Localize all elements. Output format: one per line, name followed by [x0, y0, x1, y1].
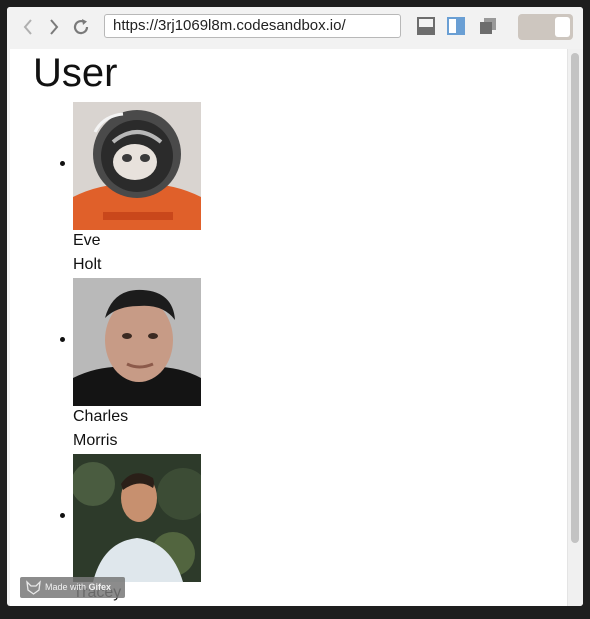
toggle-knob	[555, 17, 570, 37]
user-last-name: Holt	[73, 256, 102, 273]
user-last-name: Morris	[73, 432, 118, 449]
vertical-scrollbar[interactable]	[567, 49, 583, 606]
back-button[interactable]	[17, 15, 39, 39]
gifex-watermark: Made with Gifex	[20, 577, 125, 598]
chevron-left-icon	[23, 19, 32, 35]
window-button[interactable]	[479, 17, 497, 35]
avatar	[73, 454, 201, 582]
avatar	[73, 102, 201, 230]
scrollbar-thumb[interactable]	[571, 53, 579, 543]
list-bullet	[60, 161, 65, 166]
dock-bottom-icon	[417, 17, 435, 35]
browser-window: https://3rj1069l8m.codesandbox.io/ User	[7, 7, 583, 606]
fox-logo-icon	[26, 580, 41, 595]
page-viewport: User Eve Holt Charles Morris	[10, 49, 567, 606]
page-title: User	[33, 51, 118, 95]
address-bar[interactable]: https://3rj1069l8m.codesandbox.io/	[104, 14, 401, 38]
dock-bottom-button[interactable]	[417, 17, 435, 35]
watermark-prefix: Made with	[45, 582, 89, 592]
user-list: Eve Holt Charles Morris	[10, 102, 310, 606]
window-icon	[480, 18, 496, 34]
list-bullet	[60, 337, 65, 342]
dock-side-button[interactable]	[447, 17, 465, 35]
user-first-name: Eve	[73, 232, 101, 249]
watermark-brand: Gifex	[88, 582, 112, 592]
user-first-name: Charles	[73, 408, 129, 425]
list-item: Eve Holt	[10, 102, 310, 278]
forward-button[interactable]	[43, 15, 65, 39]
reload-icon	[73, 19, 89, 35]
avatar	[73, 278, 201, 406]
list-bullet	[60, 513, 65, 518]
list-item: Charles Morris	[10, 278, 310, 454]
dock-side-icon	[447, 17, 465, 35]
theme-toggle[interactable]	[518, 14, 573, 40]
reload-button[interactable]	[70, 15, 92, 39]
chevron-right-icon	[50, 19, 59, 35]
browser-toolbar: https://3rj1069l8m.codesandbox.io/	[7, 7, 583, 49]
